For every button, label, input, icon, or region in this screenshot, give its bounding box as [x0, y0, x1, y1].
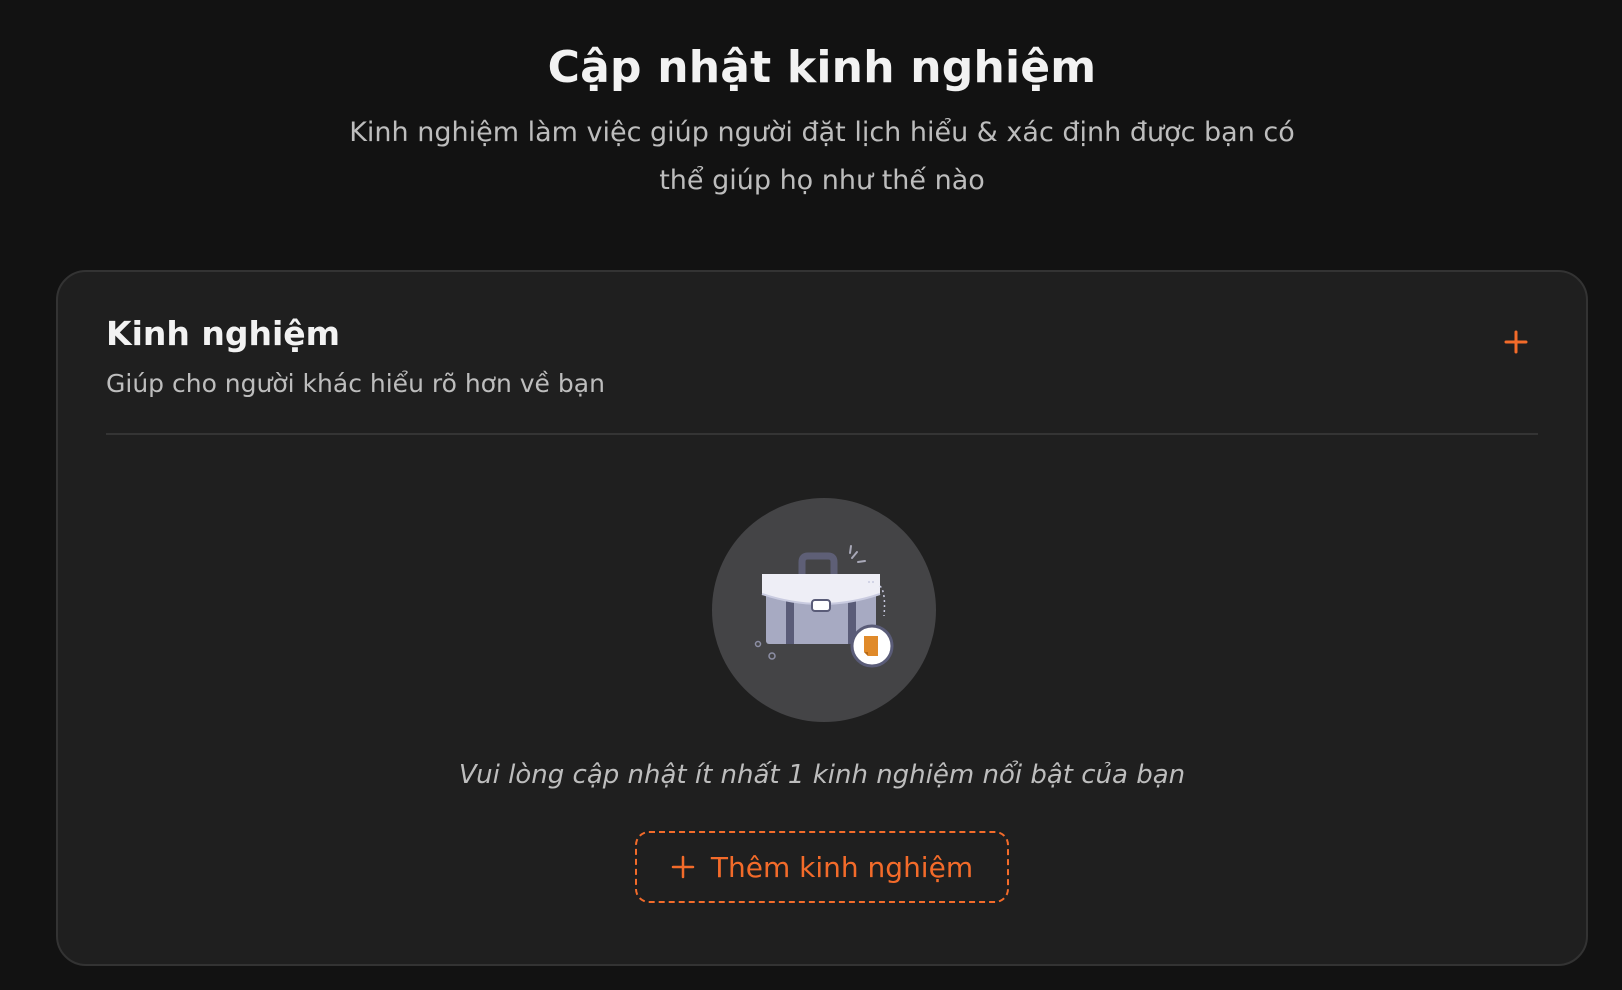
- add-experience-icon-button[interactable]: [1496, 322, 1536, 362]
- add-experience-button[interactable]: Thêm kinh nghiệm: [635, 831, 1009, 903]
- briefcase-icon: [754, 545, 894, 668]
- experience-card-subtitle: Giúp cho người khác hiểu rõ hơn về bạn: [106, 369, 605, 398]
- page-subtitle-line-2: thể giúp họ như thế nào: [659, 165, 985, 196]
- page-subtitle-line-1: Kinh nghiệm làm việc giúp người đặt lịch…: [349, 117, 1295, 148]
- empty-state-message: Vui lòng cập nhật ít nhất 1 kinh nghiệm …: [458, 760, 1186, 790]
- plus-icon: [1504, 330, 1528, 354]
- experience-card-title: Kinh nghiệm: [106, 314, 341, 353]
- divider: [106, 433, 1538, 435]
- experience-card: Kinh nghiệm Giúp cho người khác hiểu rõ …: [56, 270, 1588, 966]
- add-experience-button-label: Thêm kinh nghiệm: [710, 850, 974, 884]
- empty-state-illustration: [712, 498, 936, 722]
- plus-icon: [671, 855, 695, 879]
- page-subtitle: Kinh nghiệm làm việc giúp người đặt lịch…: [322, 109, 1322, 205]
- page-title: Cập nhật kinh nghiệm: [547, 42, 1097, 93]
